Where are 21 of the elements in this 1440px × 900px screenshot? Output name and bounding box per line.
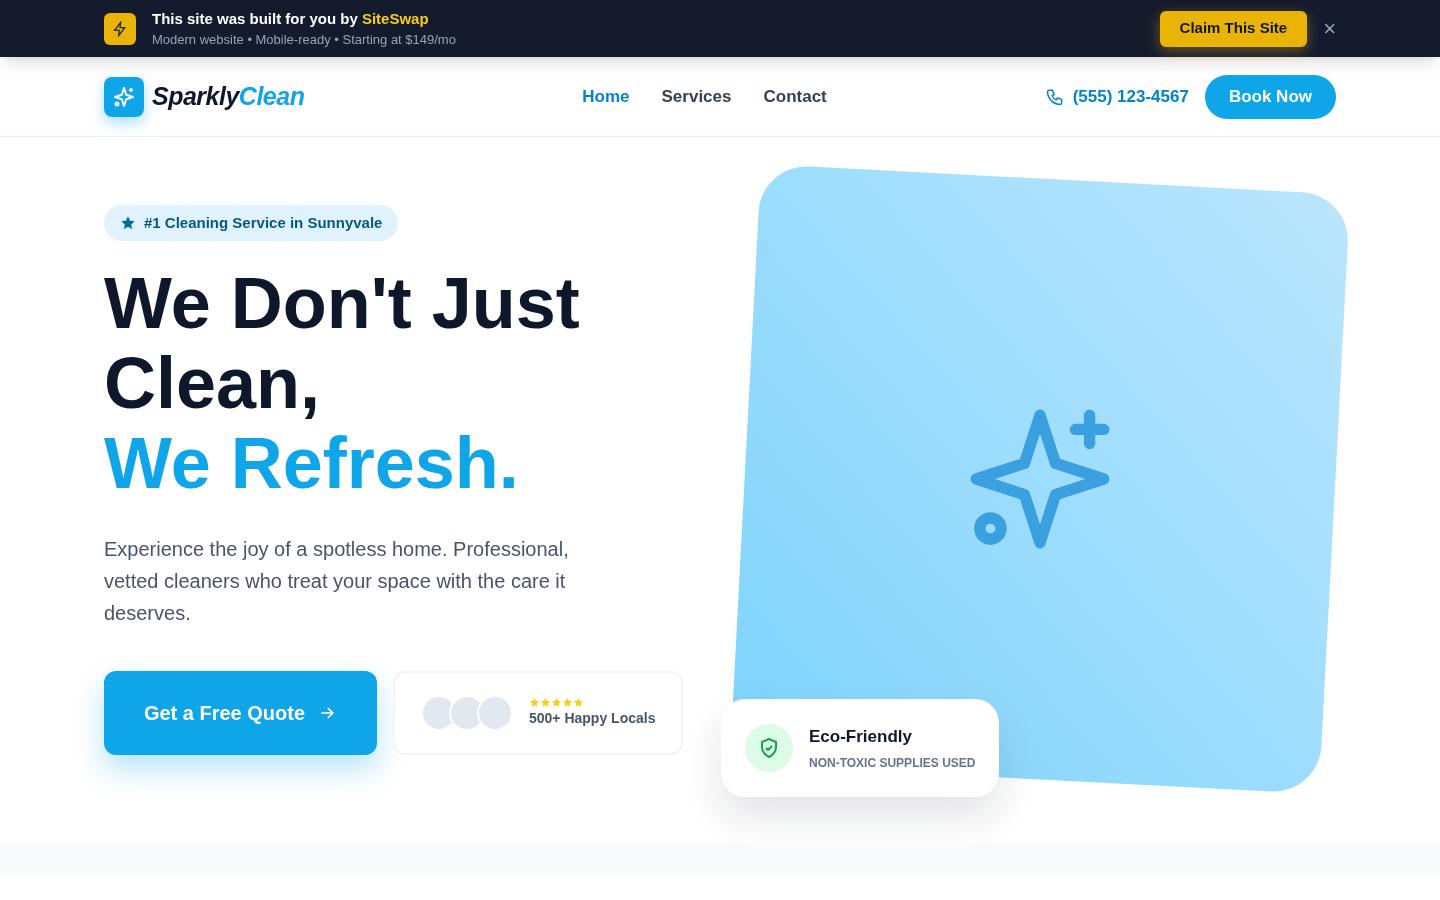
lightning-icon <box>104 12 136 45</box>
nav-link[interactable]: Home <box>582 83 630 110</box>
feature-subtitle: NON-TOXIC SUPPLIES USED <box>809 754 976 772</box>
nav-link[interactable]: Contact <box>763 83 827 110</box>
shield-icon <box>745 724 793 772</box>
logo-text: Sparkly <box>152 80 239 112</box>
feature-title: Eco-Friendly <box>809 726 913 749</box>
happy-locals-text: 500+ Happy Locals <box>529 709 656 728</box>
hero-description: Experience the joy of a spotless home. Professional, vetted cleaners who treat your space with the care it deserves. <box>104 537 570 626</box>
close-button[interactable]: × <box>1323 17 1336 40</box>
badge-text: #1 Cleaning Service in Sunnyvale <box>144 212 383 233</box>
star-icon <box>120 215 136 231</box>
promo-title: This site was built for you by <box>152 8 358 29</box>
nav-link[interactable]: Services <box>661 83 732 110</box>
claim-button[interactable]: Claim This Site <box>1159 10 1308 47</box>
promo-subtitle: Modern website • Mobile-ready • Starting at $149/mo <box>152 31 456 49</box>
phone-link[interactable]: (555) 123-4567 <box>1072 83 1189 110</box>
hero-headline: We Don't Just Clean, <box>104 263 581 423</box>
logo-icon <box>104 76 144 117</box>
promo-brand: SiteSwap <box>361 8 429 29</box>
hero-headline-accent: We Refresh. <box>104 423 519 503</box>
